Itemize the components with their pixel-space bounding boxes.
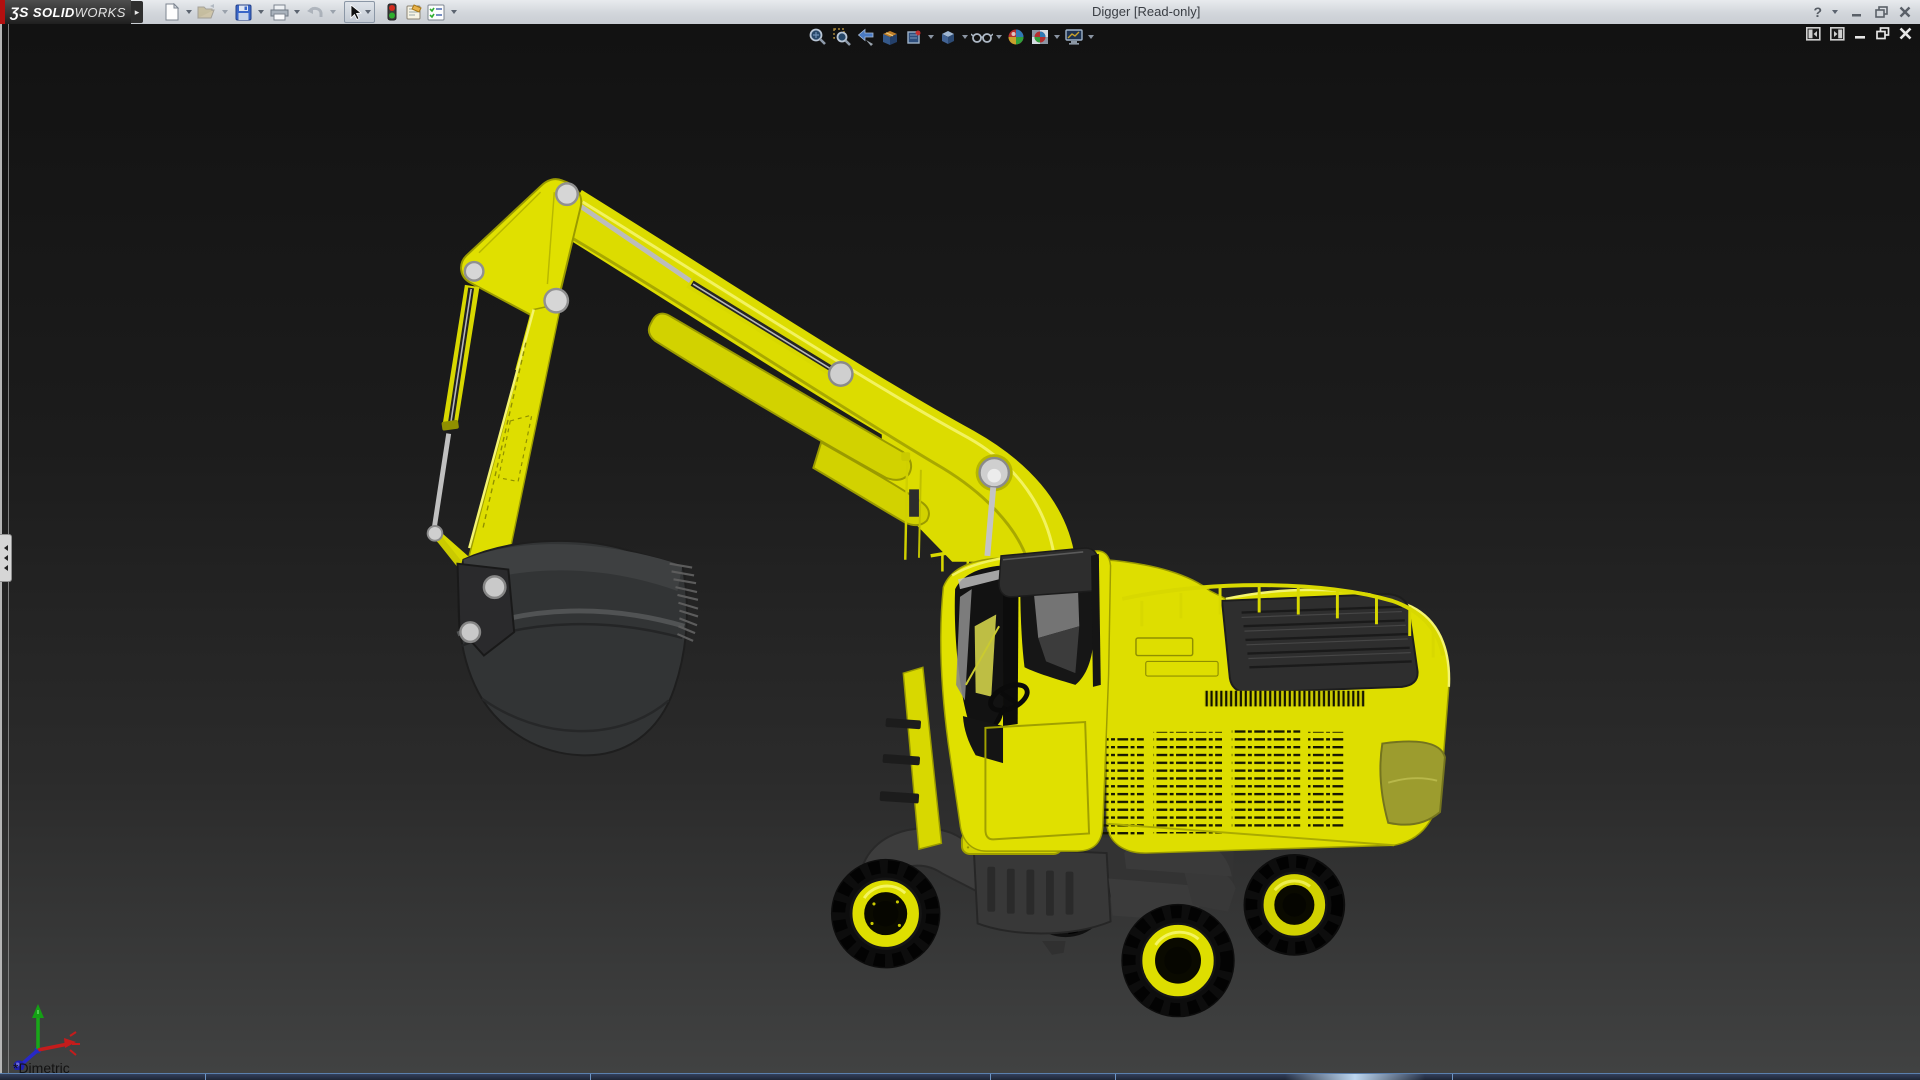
boom[interactable] — [554, 199, 1059, 564]
excavator-model[interactable] — [0, 24, 1920, 1074]
window-controls: ? — [1813, 1, 1914, 23]
front-far-wheel[interactable] — [1121, 904, 1234, 1017]
dipper-arm[interactable] — [428, 179, 582, 585]
window-title: Digger [Read-only] — [1092, 4, 1200, 19]
orientation-triad[interactable] — [4, 980, 94, 1070]
menu-flyout-arrow[interactable]: ▸ — [131, 1, 143, 23]
bucket[interactable] — [457, 541, 698, 756]
restore-button[interactable] — [1872, 4, 1890, 20]
open-dropdown[interactable] — [222, 10, 228, 14]
standard-toolbar — [160, 1, 461, 23]
print-button[interactable] — [268, 2, 290, 22]
undo-dropdown[interactable] — [330, 10, 336, 14]
file-properties-button[interactable] — [403, 2, 425, 22]
rear-near-wheel[interactable] — [1244, 854, 1346, 956]
save-dropdown[interactable] — [258, 10, 264, 14]
help-dropdown[interactable] — [1832, 10, 1838, 14]
open-button[interactable] — [196, 2, 218, 22]
windows-taskbar-edge[interactable] — [0, 1073, 1920, 1080]
options-button[interactable] — [425, 2, 447, 22]
brand-works: WORKS — [75, 5, 126, 20]
graphics-viewport[interactable]: *Dimetric — [0, 24, 1920, 1074]
undo-button[interactable] — [304, 2, 326, 22]
options-dropdown[interactable] — [451, 10, 457, 14]
brand-mark: ƷS — [10, 4, 29, 20]
title-bar: ƷS SOLIDWORKS ▸ — [0, 0, 1920, 25]
save-button[interactable] — [232, 2, 254, 22]
front-near-wheel[interactable] — [831, 859, 940, 968]
close-button[interactable] — [1896, 4, 1914, 20]
solidworks-logo: ƷS SOLIDWORKS — [5, 0, 131, 24]
print-dropdown[interactable] — [294, 10, 300, 14]
new-document-dropdown[interactable] — [186, 10, 192, 14]
new-document-button[interactable] — [160, 2, 182, 22]
solidworks-window: ƷS SOLIDWORKS ▸ — [0, 0, 1920, 1080]
select-dropdown[interactable] — [365, 10, 371, 14]
select-tool-pressed[interactable] — [344, 1, 375, 23]
rebuild-traffic-light-button[interactable] — [381, 2, 403, 22]
brand-solid: SOLID — [33, 5, 75, 20]
minimize-button[interactable] — [1848, 4, 1866, 20]
help-icon[interactable]: ? — [1813, 4, 1822, 20]
